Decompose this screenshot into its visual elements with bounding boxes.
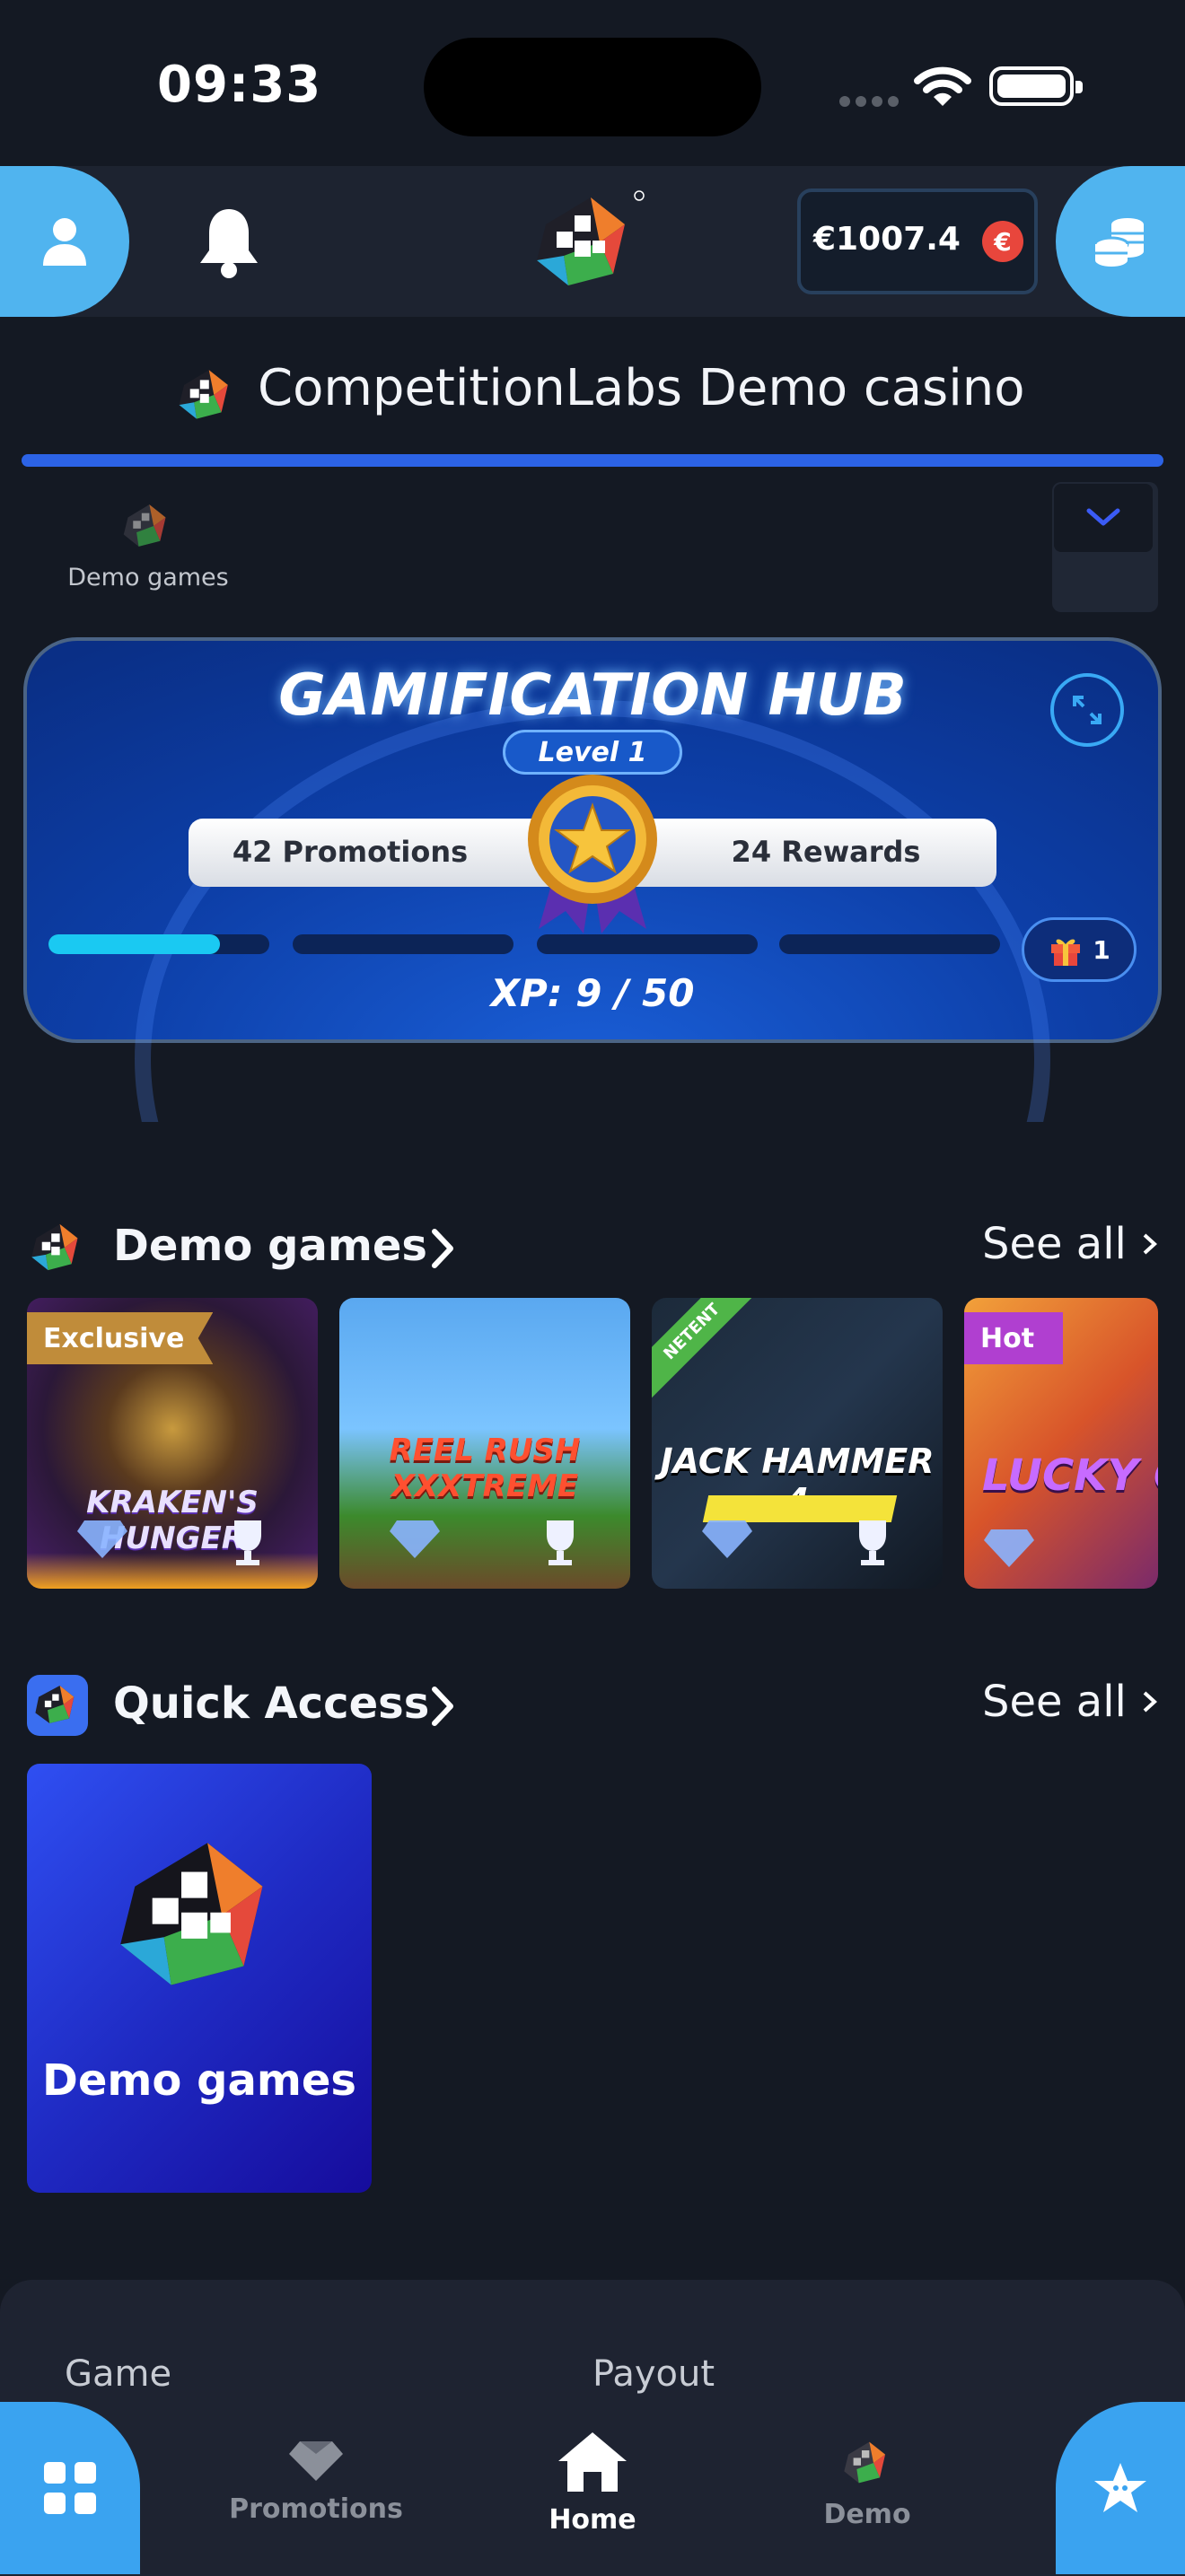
title-divider-bar: [22, 454, 1163, 467]
trophy-icon[interactable]: [225, 1517, 270, 1571]
game-title: REEL RUSH XXXTREME: [389, 1433, 581, 1504]
site-logo-icon: [174, 363, 239, 427]
dynamic-island: [424, 38, 761, 136]
xp-label: XP: 9 / 50: [490, 971, 695, 1015]
diamond-icon[interactable]: [982, 1526, 1036, 1571]
battery-icon: [989, 66, 1083, 106]
demo-games-logo-icon: [106, 1817, 294, 2014]
chevron-right-icon[interactable]: [429, 1228, 456, 1273]
balance-amount: €1007.4: [813, 221, 961, 258]
site-title: CompetitionLabs Demo casino: [258, 359, 1025, 417]
rewards-count[interactable]: 24 Rewards: [664, 835, 988, 869]
expand-icon: [1073, 696, 1102, 724]
chevron-right-icon: [1143, 1691, 1158, 1713]
brand-logo[interactable]: [528, 188, 645, 296]
demo-games-section-icon: [27, 1217, 88, 1278]
category-dropdown-toggle[interactable]: [1054, 484, 1153, 552]
nav-item-promotions[interactable]: Promotions: [226, 2438, 406, 2525]
hub-title: GAMIFICATION HUB: [278, 662, 907, 729]
coins-icon: [1093, 218, 1144, 267]
diamond-icon[interactable]: [75, 1517, 129, 1562]
tile-badge-exclusive: Exclusive: [27, 1312, 214, 1364]
game-tile[interactable]: Hot LUCKY CREW: [964, 1298, 1158, 1589]
quick-access-section-icon: [27, 1675, 88, 1736]
medal-icon: [521, 767, 664, 938]
see-all-label: See all: [982, 1219, 1127, 1269]
nav-item-demo[interactable]: Demo: [777, 2438, 957, 2530]
trophy-icon[interactable]: [538, 1517, 583, 1571]
nav-label-promotions: Promotions: [229, 2493, 403, 2525]
chevron-right-icon: [1143, 1233, 1158, 1255]
game-tile[interactable]: Exclusive KRAKEN'S HUNGER: [27, 1298, 318, 1589]
demo-games-category-icon: [119, 499, 175, 553]
category-label: Demo games: [67, 564, 229, 591]
diamond-icon[interactable]: [388, 1517, 442, 1562]
promotions-count[interactable]: 42 Promotions: [189, 835, 512, 869]
chevron-right-icon[interactable]: [429, 1686, 456, 1730]
gift-count: 1: [1093, 934, 1110, 965]
chevron-down-icon: [1086, 508, 1120, 526]
demo-games-see-all[interactable]: See all: [982, 1219, 1160, 1269]
currency-badge: €: [982, 221, 1023, 262]
home-icon: [558, 2432, 627, 2492]
diamond-icon[interactable]: [700, 1517, 754, 1562]
nav-label-home: Home: [549, 2504, 636, 2536]
star-icon: [1094, 2463, 1146, 2512]
quick-access-card-label: Demo games: [42, 2055, 356, 2106]
tile-badge-netent: NETENT: [652, 1298, 759, 1399]
game-tile[interactable]: REEL RUSH XXXTREME: [339, 1298, 630, 1589]
quick-access-see-all[interactable]: See all: [982, 1677, 1160, 1727]
demo-logo-icon: [844, 2441, 886, 2484]
notifications-button[interactable]: [189, 202, 269, 283]
game-tile[interactable]: NETENT JACK HAMMER 4: [652, 1298, 943, 1589]
diamond-icon: [289, 2441, 343, 2481]
status-clock: 09:33: [157, 56, 322, 114]
column-header-game: Game: [65, 2353, 172, 2395]
tile-badge-hot: Hot: [964, 1312, 1064, 1364]
game-title: LUCKY CREW: [982, 1450, 1158, 1501]
nav-label-demo: Demo: [823, 2499, 911, 2530]
user-icon: [43, 218, 86, 266]
wifi-icon: [914, 65, 971, 113]
nav-item-home[interactable]: Home: [503, 2429, 682, 2536]
xp-segment: [293, 934, 514, 954]
gift-icon: [1051, 939, 1081, 966]
xp-segment: [537, 934, 758, 954]
column-header-payout: Payout: [592, 2353, 715, 2395]
hub-expand-button[interactable]: [1050, 673, 1124, 747]
bell-icon: [200, 209, 258, 278]
demo-games-section-title[interactable]: Demo games: [113, 1221, 427, 1271]
xp-segment: [779, 934, 1000, 954]
xp-progress-fill: [48, 934, 220, 954]
gift-button[interactable]: 1: [1022, 917, 1137, 982]
quick-access-section-title[interactable]: Quick Access: [113, 1678, 429, 1729]
cellular-signal-icon: [839, 93, 904, 110]
trophy-icon[interactable]: [850, 1517, 895, 1571]
grid-icon: [44, 2462, 96, 2514]
see-all-label: See all: [982, 1677, 1127, 1727]
